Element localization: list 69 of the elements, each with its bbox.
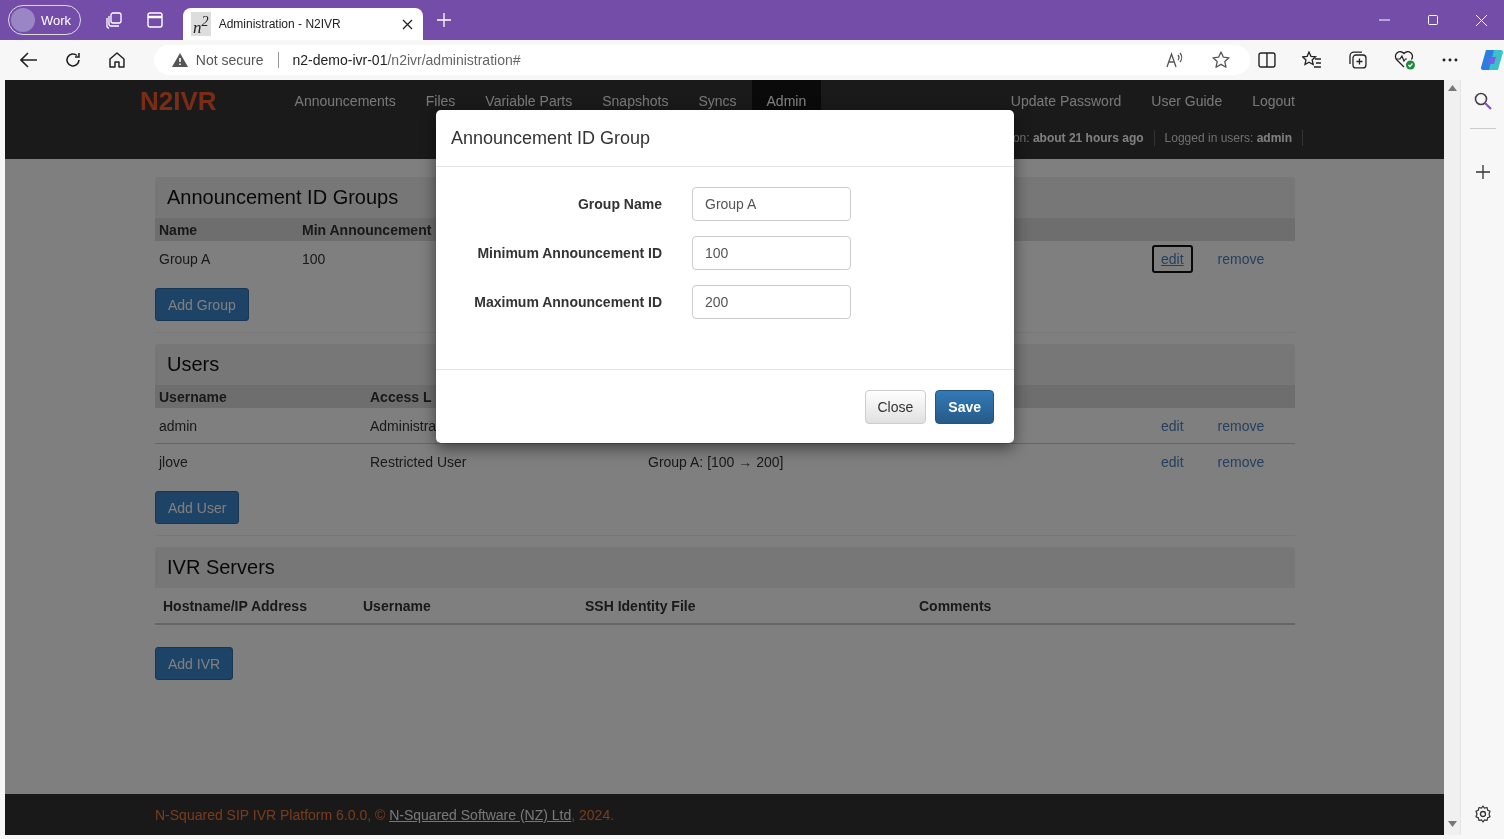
table-cell-text: Restricted User bbox=[369, 453, 467, 470]
input-field[interactable]: Group A bbox=[692, 187, 851, 221]
input-field[interactable]: 200 bbox=[692, 285, 851, 319]
modal-title: Announcement ID Group bbox=[451, 127, 651, 149]
section-title: Announcement ID Groups bbox=[167, 186, 399, 209]
search-icon[interactable] bbox=[1473, 92, 1492, 110]
favorite-star-icon[interactable] bbox=[1212, 51, 1231, 69]
table-cell-text: admin bbox=[158, 417, 198, 434]
favorites-icon[interactable] bbox=[1302, 51, 1323, 69]
section-title: IVR Servers bbox=[167, 556, 275, 579]
save-button[interactable]: Save bbox=[935, 389, 994, 424]
address-bar[interactable]: Not secure n2-demo-ivr-01/n2ivr/administration# bbox=[153, 45, 1251, 75]
column-header: Username bbox=[362, 597, 431, 614]
table-cell-text: 100 bbox=[301, 250, 326, 267]
field-label: Minimum Announcement ID bbox=[476, 245, 662, 261]
settings-icon[interactable] bbox=[1473, 805, 1492, 823]
field-label: Group Name bbox=[577, 196, 662, 212]
remove-link[interactable]: remove bbox=[1208, 447, 1274, 476]
nav-link[interactable]: User Guide bbox=[1136, 80, 1238, 122]
remove-link[interactable]: remove bbox=[1208, 244, 1274, 273]
url-text: n2-demo-ivr-01/n2ivr/administration# bbox=[292, 52, 521, 68]
workspaces-icon[interactable] bbox=[105, 11, 124, 29]
more-icon[interactable] bbox=[1442, 58, 1459, 62]
column-header: Comments bbox=[918, 597, 992, 614]
split-screen-icon[interactable] bbox=[1258, 52, 1277, 68]
nav-link[interactable]: Announcements bbox=[279, 80, 411, 122]
footer-text: N-Squared SIP IVR Platform 6.0.0, © N-Squared Software (NZ) Ltd, 2024. bbox=[155, 806, 615, 823]
nav-link[interactable]: Logout bbox=[1237, 80, 1310, 122]
warning-icon bbox=[171, 53, 188, 67]
add-button[interactable]: Add Group bbox=[155, 288, 249, 321]
plus-icon[interactable] bbox=[1475, 165, 1490, 179]
column-header: Access L bbox=[369, 388, 432, 405]
scroll-up-icon[interactable] bbox=[1447, 85, 1457, 91]
edit-link[interactable]: edit bbox=[1152, 447, 1193, 476]
home-icon[interactable] bbox=[107, 51, 126, 69]
nav-link[interactable]: Update Password bbox=[995, 80, 1137, 122]
close-button[interactable]: Close bbox=[864, 389, 927, 424]
refresh-icon[interactable] bbox=[63, 51, 82, 69]
section-title: Users bbox=[167, 353, 220, 376]
column-header: SSH Identity File bbox=[584, 597, 696, 614]
browser-tab[interactable]: n$^{2}$ Administration - N2IVR bbox=[183, 8, 424, 40]
close-icon[interactable] bbox=[402, 18, 414, 30]
column-header: Username bbox=[158, 388, 227, 405]
add-button[interactable]: Add User bbox=[155, 491, 240, 524]
field-label: Maximum Announcement ID bbox=[473, 294, 662, 310]
security-label: Not secure bbox=[195, 52, 264, 68]
read-aloud-icon[interactable] bbox=[1166, 52, 1185, 68]
status-text: Logged in users: admin bbox=[1154, 130, 1303, 146]
edit-link[interactable]: edit bbox=[1152, 411, 1193, 440]
heart-check-icon[interactable] bbox=[1394, 50, 1417, 70]
column-header: Name bbox=[158, 221, 198, 238]
column-header: Hostname/IP Address bbox=[162, 597, 307, 614]
table-cell-text: Administra bbox=[369, 417, 437, 434]
collections-icon[interactable] bbox=[1348, 51, 1369, 69]
avatar-icon bbox=[11, 8, 35, 32]
remove-link[interactable]: remove bbox=[1208, 411, 1274, 440]
tab-actions-icon[interactable] bbox=[147, 12, 164, 28]
copilot-icon[interactable] bbox=[1480, 48, 1504, 72]
column-header: Min Announcement bbox=[301, 221, 432, 238]
table-cell-text: jlove bbox=[157, 453, 188, 470]
edit-link[interactable]: edit bbox=[1152, 244, 1193, 273]
input-field[interactable]: 100 bbox=[692, 236, 851, 270]
maximize-icon[interactable] bbox=[1428, 15, 1438, 25]
scroll-down-icon[interactable] bbox=[1447, 821, 1457, 827]
back-icon[interactable] bbox=[20, 52, 38, 68]
favicon: n$^{2}$ bbox=[191, 11, 211, 37]
table-cell-text: Group A: [100 → 200] bbox=[647, 453, 784, 470]
add-button[interactable]: Add IVR bbox=[155, 647, 234, 680]
table-cell-text: Group A bbox=[158, 250, 211, 267]
